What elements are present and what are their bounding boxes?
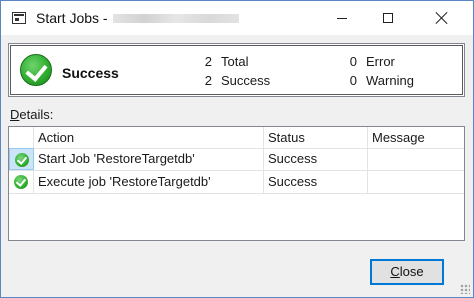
- resize-grip[interactable]: [460, 284, 470, 294]
- column-header-action[interactable]: Action: [34, 127, 264, 148]
- close-button-label: lose: [399, 264, 424, 279]
- summary-frame: Success 2 Total 2 Success 0 Error 0 Warn…: [10, 45, 463, 95]
- details-accelerator: D: [10, 107, 20, 122]
- column-header-status[interactable]: Status: [264, 127, 368, 148]
- status-cell: Success: [264, 148, 368, 170]
- window-icon: [12, 12, 26, 24]
- success-check-icon: [14, 175, 28, 189]
- message-cell: [368, 171, 464, 193]
- redacted-title-text: [113, 14, 239, 23]
- close-icon: [436, 12, 448, 24]
- error-label: Error: [366, 54, 395, 69]
- success-check-icon: [15, 153, 29, 167]
- status-cell: Success: [264, 171, 368, 193]
- details-label: Details:: [10, 107, 53, 122]
- column-header-message[interactable]: Message: [368, 127, 464, 148]
- details-grid[interactable]: Action Status Message Start Job 'Restore…: [8, 126, 465, 241]
- total-count: 2: [204, 54, 212, 69]
- details-label-text: etails:: [19, 107, 54, 122]
- success-check-icon: [20, 54, 52, 86]
- window-title: Start Jobs -: [36, 10, 108, 26]
- success-label: Success: [221, 73, 271, 88]
- maximize-button[interactable]: [365, 1, 411, 35]
- close-window-button[interactable]: [419, 1, 465, 35]
- header-icon-column: [9, 127, 34, 148]
- action-cell: Execute job 'RestoreTargetdb': [34, 171, 264, 193]
- title-bar[interactable]: Start Jobs -: [1, 1, 473, 35]
- close-button[interactable]: Close: [370, 259, 444, 285]
- message-cell: [368, 148, 464, 170]
- table-row[interactable]: Start Job 'RestoreTargetdb' Success: [9, 148, 464, 171]
- minimize-button[interactable]: [319, 1, 365, 35]
- warning-count: 0: [349, 73, 357, 88]
- maximize-icon: [383, 13, 393, 23]
- total-label: Total: [221, 54, 249, 69]
- action-cell: Start Job 'RestoreTargetdb': [34, 148, 264, 170]
- success-count: 2: [204, 73, 212, 88]
- summary-panel: Success 2 Total 2 Success 0 Error 0 Warn…: [8, 43, 465, 97]
- row-icon-cell[interactable]: [9, 148, 34, 170]
- error-count: 0: [349, 54, 357, 69]
- minimize-icon: [337, 17, 347, 19]
- overall-status: Success: [62, 65, 119, 81]
- close-accelerator: C: [390, 264, 400, 279]
- row-icon-cell[interactable]: [9, 171, 34, 193]
- warning-label: Warning: [366, 73, 414, 88]
- table-row[interactable]: Execute job 'RestoreTargetdb' Success: [9, 171, 464, 194]
- start-jobs-dialog: Start Jobs - Success 2 Total 2 Success 0…: [0, 0, 474, 298]
- grid-header: Action Status Message: [9, 127, 464, 149]
